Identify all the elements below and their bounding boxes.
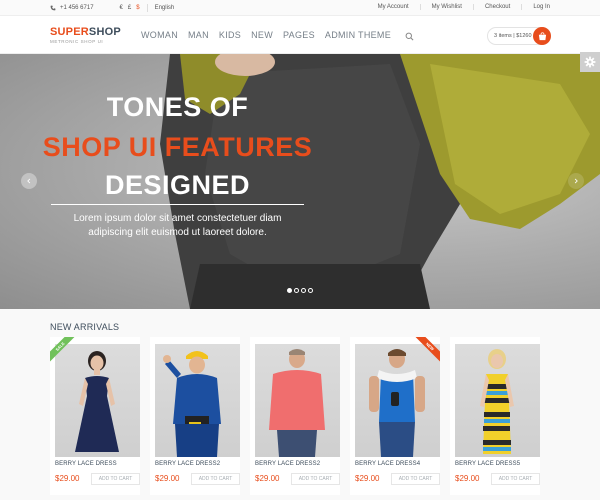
- product-price: $29.00: [455, 474, 480, 483]
- checkout-link[interactable]: Checkout: [472, 4, 521, 10]
- phone-icon: [50, 5, 56, 11]
- nav-woman[interactable]: WOMAN: [141, 30, 178, 40]
- hero-slider: TONES OF SHOP UI FEATURES DESIGNED Lorem…: [0, 54, 600, 309]
- nav-man[interactable]: MAN: [188, 30, 209, 40]
- add-to-cart-button[interactable]: ADD TO CART: [91, 473, 140, 485]
- hero-title-line3: DESIGNED: [104, 170, 251, 200]
- cart-button[interactable]: [533, 27, 551, 45]
- logo-shop: SHOP: [88, 26, 121, 38]
- product-image[interactable]: [455, 344, 540, 457]
- hero-title-line2: SHOP UI FEATURES: [42, 132, 313, 162]
- hero-title-line1: TONES OF: [106, 92, 249, 122]
- product-image[interactable]: [155, 344, 240, 457]
- add-to-cart-button[interactable]: ADD TO CART: [491, 473, 540, 485]
- shopping-bag-icon: [538, 31, 546, 40]
- ribbon-label: NEW: [414, 337, 440, 363]
- add-to-cart-button[interactable]: ADD TO CART: [191, 473, 240, 485]
- slider-next-button[interactable]: [568, 173, 584, 189]
- add-to-cart-button[interactable]: ADD TO CART: [291, 473, 340, 485]
- product-price: $29.00: [55, 474, 80, 483]
- ribbon-label: SALE: [50, 337, 76, 363]
- divider: [146, 4, 148, 12]
- product-name[interactable]: BERRY LACE DRESS4: [355, 461, 420, 467]
- logo-super: SUPER: [50, 26, 89, 38]
- add-to-cart-button[interactable]: ADD TO CART: [391, 473, 440, 485]
- slider-dot[interactable]: [294, 288, 299, 293]
- slider-dot[interactable]: [287, 288, 292, 293]
- product-name[interactable]: BERRY LACE DRESS2: [255, 461, 320, 467]
- cart-summary[interactable]: 3 items | $1260: [487, 27, 551, 45]
- product-card[interactable]: NEW BERRY LACE DRESS4 $29.00 ADD TO CART: [350, 337, 440, 495]
- gear-icon: [584, 56, 596, 68]
- phone-number: +1 456 6717: [60, 5, 94, 11]
- my-wishlist-link[interactable]: My Wishlist: [419, 4, 473, 10]
- product-card[interactable]: BERRY LACE DRESS5 $29.00 ADD TO CART: [450, 337, 540, 495]
- product-card[interactable]: BERRY LACE DRESS2 $29.00 ADD TO CART: [250, 337, 340, 495]
- search-icon[interactable]: [405, 32, 414, 41]
- product-price: $29.00: [155, 474, 180, 483]
- currency-euro[interactable]: €: [120, 5, 123, 11]
- settings-toggle[interactable]: [580, 52, 600, 72]
- chevron-right-icon: [574, 178, 578, 184]
- hero-subtitle-line1: Lorem ipsum dolor sit amet constectetuer…: [73, 213, 282, 224]
- login-link[interactable]: Log In: [521, 4, 550, 10]
- nav-pages[interactable]: PAGES: [283, 30, 315, 40]
- product-photo-worker: [163, 351, 221, 457]
- top-bar: +1 456 6717 € £ $ English My Account My …: [0, 0, 600, 16]
- site-header: SUPERSHOP METRONIC SHOP UI WOMAN MAN KID…: [0, 16, 600, 54]
- my-account-link[interactable]: My Account: [367, 4, 420, 10]
- currency-pound[interactable]: £: [128, 5, 131, 11]
- product-price: $29.00: [255, 474, 280, 483]
- product-price: $29.00: [355, 474, 380, 483]
- cart-text: 3 items | $1260: [494, 33, 532, 39]
- chevron-left-icon: [27, 178, 31, 184]
- language-selector[interactable]: English: [155, 5, 175, 11]
- nav-kids[interactable]: KIDS: [219, 30, 241, 40]
- product-photo-man-red-sweater: [269, 349, 325, 457]
- logo[interactable]: SUPERSHOP METRONIC SHOP UI: [50, 26, 121, 44]
- product-name[interactable]: BERRY LACE DRESS2: [155, 461, 220, 467]
- slider-dot[interactable]: [301, 288, 306, 293]
- product-name[interactable]: BERRY LACE DRESS5: [455, 461, 520, 467]
- product-list: SALE BERRY LACE DRESS $29.00 ADD TO CART…: [50, 337, 540, 495]
- hero-subtitle-line2: adipiscing elit euismod ut laoreet dolor…: [88, 227, 267, 238]
- nav-new[interactable]: NEW: [251, 30, 273, 40]
- product-photo-woman-striped-dress: [480, 349, 514, 454]
- slider-pagination: [287, 288, 313, 293]
- main-nav: WOMAN MAN KIDS NEW PAGES ADMIN THEME: [141, 30, 391, 40]
- currency-dollar[interactable]: $: [136, 5, 139, 11]
- product-card[interactable]: SALE BERRY LACE DRESS $29.00 ADD TO CART: [50, 337, 140, 495]
- nav-admin-theme[interactable]: ADMIN THEME: [325, 30, 391, 40]
- currency-switcher[interactable]: € £ $: [120, 5, 140, 11]
- product-name[interactable]: BERRY LACE DRESS: [55, 461, 117, 467]
- section-title-new-arrivals: NEW ARRIVALS: [50, 322, 120, 332]
- hero-divider: [51, 204, 304, 205]
- slider-prev-button[interactable]: [21, 173, 37, 189]
- product-card[interactable]: BERRY LACE DRESS2 $29.00 ADD TO CART: [150, 337, 240, 495]
- product-image[interactable]: [255, 344, 340, 457]
- logo-tagline: METRONIC SHOP UI: [50, 39, 104, 44]
- sale-ribbon: SALE: [50, 337, 76, 363]
- slider-dot[interactable]: [308, 288, 313, 293]
- new-ribbon: NEW: [414, 337, 440, 363]
